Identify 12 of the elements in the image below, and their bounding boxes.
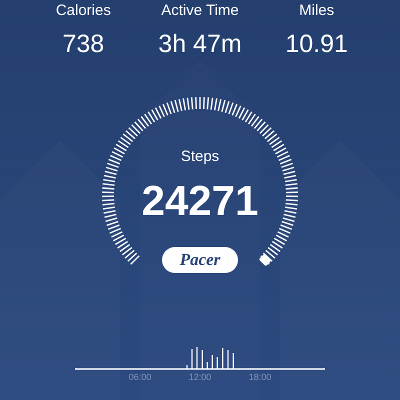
stat-label: Active Time: [161, 1, 239, 21]
time-label: 12:00: [188, 371, 212, 384]
stat-value: 10.91: [285, 29, 348, 59]
stat-label: Calories: [56, 1, 111, 21]
stat-value: 3h 47m: [158, 29, 242, 59]
time-label: 06:00: [128, 371, 152, 384]
steps-count: 24271: [142, 177, 258, 225]
time-label: 18:00: [248, 371, 272, 384]
pacer-logo: Pacer: [162, 247, 238, 273]
stat-value: 738: [62, 29, 104, 59]
steps-label: Steps: [180, 147, 220, 167]
stat-label: Miles: [299, 1, 334, 21]
